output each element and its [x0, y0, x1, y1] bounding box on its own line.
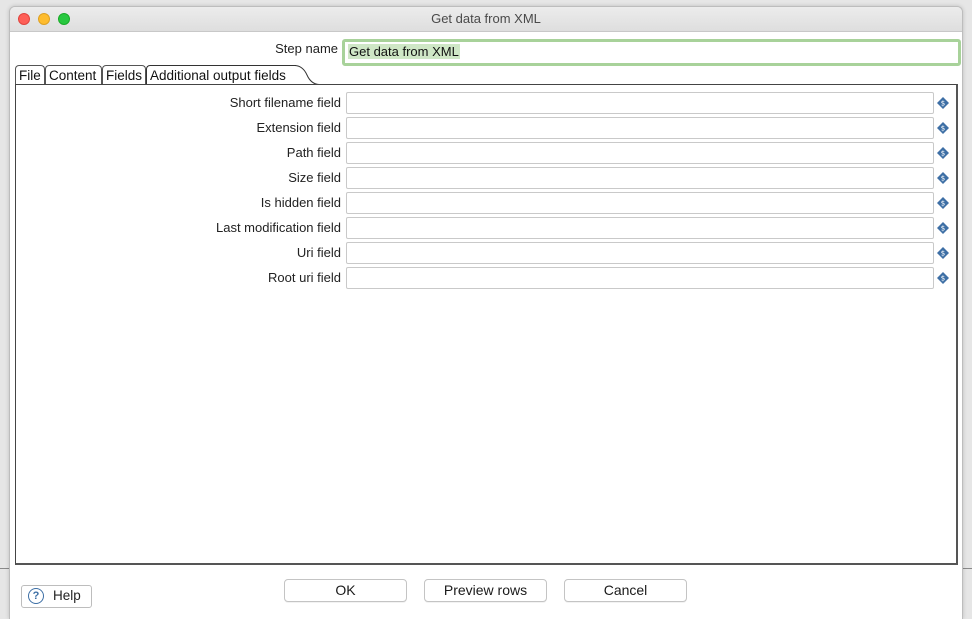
preview-rows-button[interactable]: Preview rows: [424, 579, 547, 602]
short-filename-field-row: Short filename field $: [16, 92, 956, 114]
cancel-button[interactable]: Cancel: [564, 579, 687, 602]
tab-content-label: Content: [49, 68, 97, 83]
help-button-label: Help: [53, 588, 81, 603]
variable-diamond-icon[interactable]: $: [937, 272, 949, 284]
is-hidden-field-input[interactable]: [346, 192, 934, 214]
window-title: Get data from XML: [431, 11, 541, 26]
tab-additional-output-fields-label: Additional output fields: [150, 68, 286, 83]
variable-diamond-icon[interactable]: $: [937, 172, 949, 184]
maximize-window-button[interactable]: [58, 13, 70, 25]
size-field-input[interactable]: [346, 167, 934, 189]
tab-fields-label: Fields: [106, 68, 143, 83]
step-name-label: Step name: [275, 41, 338, 56]
ok-button[interactable]: OK: [284, 579, 407, 602]
question-circle-icon: ?: [28, 588, 44, 604]
step-name-input[interactable]: Get data from XML: [342, 39, 961, 66]
dialog-content: Step name Get data from XML File Content…: [10, 32, 962, 619]
short-filename-field-input[interactable]: [346, 92, 934, 114]
uri-field-input[interactable]: [346, 242, 934, 264]
additional-output-fields-panel: Short filename field $ Extension field $…: [15, 84, 958, 565]
last-modification-field-label: Last modification field: [215, 220, 341, 235]
root-uri-field-label: Root uri field: [268, 270, 341, 285]
step-name-value: Get data from XML: [348, 44, 460, 59]
root-uri-field-row: Root uri field $: [16, 267, 956, 289]
minimize-window-button[interactable]: [38, 13, 50, 25]
uri-field-row: Uri field $: [16, 242, 956, 264]
size-field-row: Size field $: [16, 167, 956, 189]
close-window-button[interactable]: [18, 13, 30, 25]
variable-diamond-icon[interactable]: $: [937, 122, 949, 134]
last-modification-field-row: Last modification field $: [16, 217, 956, 239]
variable-diamond-icon[interactable]: $: [937, 222, 949, 234]
tab-file-label: File: [19, 68, 41, 83]
extension-field-label: Extension field: [256, 120, 341, 135]
path-field-input[interactable]: [346, 142, 934, 164]
uri-field-label: Uri field: [296, 245, 341, 260]
tab-file[interactable]: File: [15, 65, 45, 85]
variable-diamond-icon[interactable]: $: [937, 97, 949, 109]
svg-text:$: $: [941, 100, 945, 108]
svg-text:$: $: [941, 200, 945, 208]
variable-diamond-icon[interactable]: $: [937, 147, 949, 159]
tab-fields[interactable]: Fields: [102, 65, 146, 85]
tab-content[interactable]: Content: [45, 65, 102, 85]
path-field-row: Path field $: [16, 142, 956, 164]
root-uri-field-input[interactable]: [346, 267, 934, 289]
path-field-label: Path field: [286, 145, 341, 160]
preview-rows-button-label: Preview rows: [443, 582, 528, 598]
tab-additional-output-fields[interactable]: Additional output fields: [146, 65, 296, 85]
tab-curve-decoration: [295, 65, 319, 85]
background-divider-left: [0, 568, 9, 569]
svg-text:$: $: [941, 125, 945, 133]
variable-diamond-icon[interactable]: $: [937, 197, 949, 209]
size-field-label: Size field: [288, 170, 341, 185]
is-hidden-field-label: Is hidden field: [260, 195, 341, 210]
cancel-button-label: Cancel: [603, 582, 648, 598]
svg-text:$: $: [941, 250, 945, 258]
is-hidden-field-row: Is hidden field $: [16, 192, 956, 214]
help-button[interactable]: ? Help: [21, 585, 92, 608]
svg-text:$: $: [941, 225, 945, 233]
extension-field-input[interactable]: [346, 117, 934, 139]
title-bar: Get data from XML: [10, 7, 962, 32]
short-filename-field-label: Short filename field: [229, 95, 341, 110]
svg-text:$: $: [941, 275, 945, 283]
svg-text:$: $: [941, 175, 945, 183]
variable-diamond-icon[interactable]: $: [937, 247, 949, 259]
dialog-window: Get data from XML Step name Get data fro…: [9, 6, 963, 619]
extension-field-row: Extension field $: [16, 117, 956, 139]
last-modification-field-input[interactable]: [346, 217, 934, 239]
svg-text:$: $: [941, 150, 945, 158]
ok-button-label: OK: [335, 582, 356, 598]
